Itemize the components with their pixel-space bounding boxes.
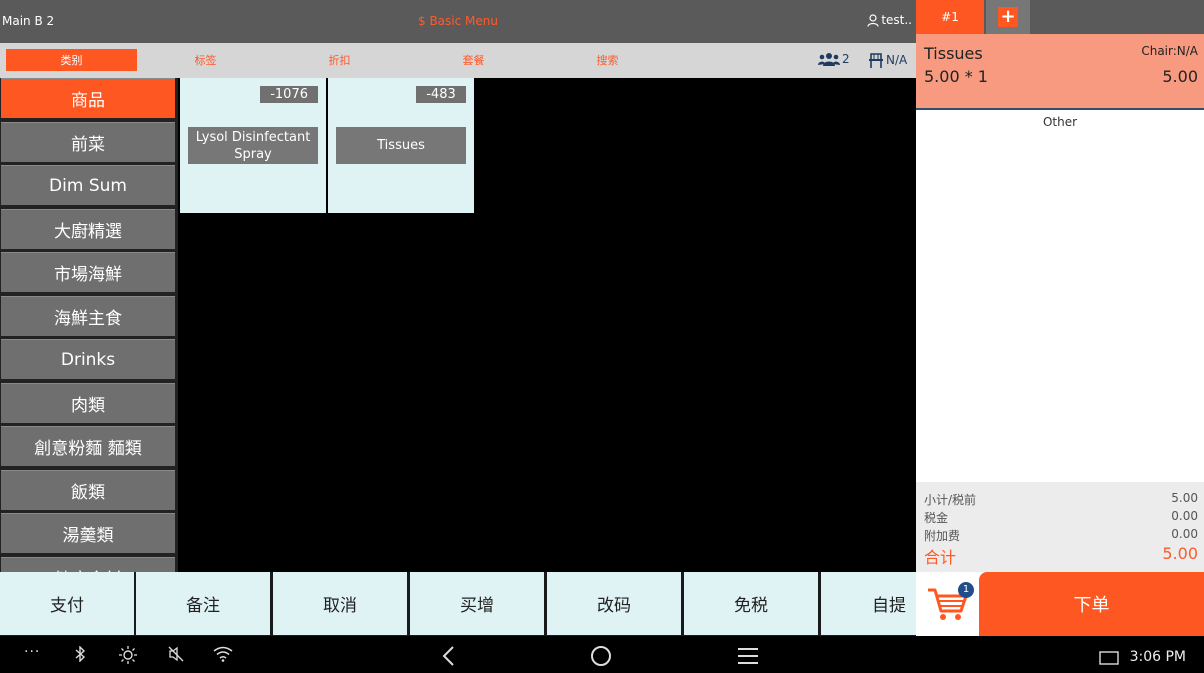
order-line-qty: 5.00 * 1	[924, 67, 988, 86]
order-pane: #1 + Tissues Chair:N/A 5.00 * 1 5.00 Oth…	[916, 0, 1204, 636]
order-tab[interactable]: #1	[916, 0, 984, 34]
category-item[interactable]: 商品	[1, 78, 175, 118]
surcharge-label: 附加费	[924, 529, 961, 543]
order-totals: 小计/税前 5.00 税金 0.00 附加费 0.00 合计 5.00	[916, 482, 1204, 572]
surcharge-value: 0.00	[1171, 527, 1198, 541]
tax-exempt-button[interactable]: 免税	[684, 572, 818, 635]
tab-discount[interactable]: 折扣	[274, 49, 405, 71]
filter-tabs: 类别 标签 折扣 套餐 搜索 2 N/A	[0, 43, 916, 78]
cancel-button[interactable]: 取消	[273, 572, 407, 635]
buy-more-button[interactable]: 买增	[410, 572, 544, 635]
subtotal-label: 小计/税前	[924, 493, 977, 507]
mute-icon[interactable]	[168, 646, 184, 662]
tab-tag[interactable]: 标签	[140, 49, 271, 71]
note-button[interactable]: 备注	[136, 572, 270, 635]
order-line-chair: Chair:N/A	[1141, 44, 1198, 58]
cart-button[interactable]: 1	[916, 572, 978, 636]
user-account[interactable]: test..	[867, 13, 912, 27]
order-line-name: Tissues	[924, 44, 983, 63]
chair-button[interactable]: N/A	[868, 52, 907, 68]
pay-button[interactable]: 支付	[0, 572, 134, 635]
chair-value: N/A	[886, 53, 908, 67]
category-item[interactable]: 健康食材	[1, 557, 175, 572]
tax-label: 税金	[924, 511, 949, 525]
subtotal-row: 小计/税前 5.00	[924, 491, 1198, 508]
category-item[interactable]: Dim Sum	[1, 165, 175, 205]
surcharge-row: 附加费 0.00	[924, 527, 1198, 544]
home-icon[interactable]	[590, 645, 612, 667]
menu-item-tile[interactable]: -483 Tissues	[328, 78, 474, 213]
total-row: 合计 5.00	[924, 544, 1198, 568]
menu-pane: Main B 2 $ Basic Menu test.. 类别 标签 折扣 套餐…	[0, 0, 916, 636]
category-item[interactable]: Drinks	[1, 339, 175, 379]
guests-icon	[818, 53, 840, 66]
pos-screen: Main B 2 $ Basic Menu test.. 类别 标签 折扣 套餐…	[0, 0, 1204, 673]
tab-category[interactable]: 类别	[6, 49, 137, 71]
user-icon	[867, 13, 879, 27]
item-name: Lysol Disinfectant Spray	[188, 127, 318, 164]
total-label: 合计	[924, 548, 957, 567]
user-name: test..	[881, 13, 912, 27]
more-dots-icon[interactable]: ···	[24, 644, 40, 660]
plus-icon: +	[998, 7, 1018, 27]
tax-value: 0.00	[1171, 509, 1198, 523]
bluetooth-icon[interactable]	[74, 646, 86, 662]
category-item[interactable]: 大廚精選	[1, 209, 175, 249]
category-item[interactable]: 前菜	[1, 122, 175, 162]
cart-count-badge: 1	[958, 582, 974, 598]
tab-search[interactable]: 搜索	[542, 49, 673, 71]
order-tabs: #1 +	[916, 0, 1204, 34]
action-bar: 支付 备注 取消 买增 改码 免税 自提	[0, 572, 916, 636]
category-item[interactable]: 創意粉麵 麵類	[1, 426, 175, 466]
item-code: -1076	[260, 86, 318, 103]
category-item[interactable]: 海鮮主食	[1, 296, 175, 336]
category-item[interactable]: 肉類	[1, 383, 175, 423]
top-bar: Main B 2 $ Basic Menu test..	[0, 0, 916, 43]
submit-order-button[interactable]: 下单	[979, 572, 1204, 636]
brightness-icon[interactable]	[119, 646, 137, 664]
back-icon[interactable]	[440, 645, 456, 667]
change-code-button[interactable]: 改码	[547, 572, 681, 635]
menu-item-tile[interactable]: -1076 Lysol Disinfectant Spray	[180, 78, 326, 213]
category-item[interactable]: 市場海鮮	[1, 252, 175, 292]
item-name: Tissues	[336, 127, 466, 164]
category-list: 商品 前菜 Dim Sum 大廚精選 市場海鮮 海鮮主食 Drinks 肉類 創…	[0, 78, 178, 572]
system-nav-bar: ··· 3:06 PM	[0, 636, 1204, 673]
order-line-price: 5.00	[1162, 67, 1198, 86]
subtotal-value: 5.00	[1171, 491, 1198, 505]
menu-name[interactable]: $ Basic Menu	[0, 14, 916, 28]
tab-combo[interactable]: 套餐	[408, 49, 539, 71]
add-order-button[interactable]: +	[986, 0, 1030, 34]
category-item[interactable]: 飯類	[1, 470, 175, 510]
category-item[interactable]: 湯羹類	[1, 513, 175, 553]
pickup-button[interactable]: 自提	[821, 572, 916, 635]
order-line[interactable]: Tissues Chair:N/A 5.00 * 1 5.00	[916, 34, 1204, 110]
order-section-label: Other	[1042, 115, 1078, 129]
tax-row: 税金 0.00	[924, 509, 1198, 526]
item-code: -483	[416, 86, 466, 103]
guest-count: 2	[842, 52, 850, 66]
item-grid: -1076 Lysol Disinfectant Spray -483 Tiss…	[178, 78, 916, 572]
wifi-icon[interactable]	[213, 646, 233, 662]
total-value: 5.00	[1162, 544, 1198, 563]
recents-icon[interactable]	[738, 647, 758, 665]
chair-icon	[869, 53, 883, 68]
guest-count-button[interactable]: 2	[818, 52, 850, 66]
clock: 3:06 PM	[1129, 649, 1186, 665]
screen-icon[interactable]	[1099, 651, 1119, 665]
